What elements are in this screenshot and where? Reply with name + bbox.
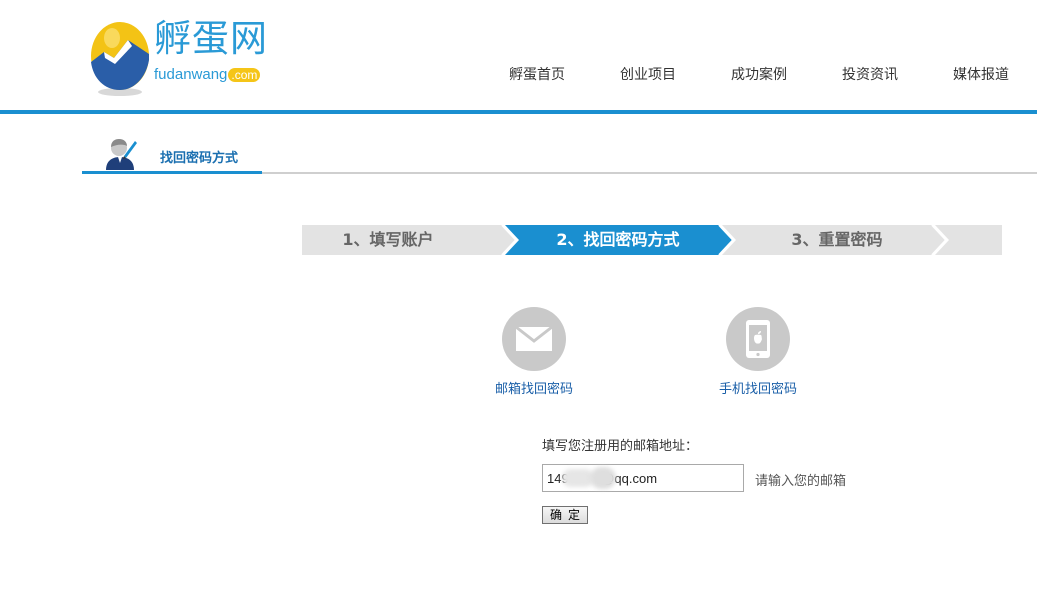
logo-domain-name: fudanwang [154, 66, 228, 83]
logo-title: 孵蛋网 [154, 17, 268, 60]
phone-option-label[interactable]: 手机找回密码 [713, 378, 803, 397]
header-divider [0, 110, 1037, 114]
site-logo[interactable]: 孵蛋网 fudanwang .com [88, 14, 288, 98]
nav-cases[interactable]: 成功案例 [731, 64, 787, 84]
egg-logo-icon [91, 22, 149, 96]
section-header: 找回密码方式 [82, 136, 1037, 174]
confirm-button[interactable]: 确定 [542, 506, 588, 524]
logo-domain-tld: .com [228, 68, 261, 82]
user-edit-icon [106, 139, 137, 170]
step-2-label: 2、找回密码方式 [556, 230, 680, 249]
email-field-label: 填写您注册用的邮箱地址： [542, 439, 699, 454]
phone-icon [746, 320, 770, 358]
progress-steps: 1、填写账户 2、找回密码方式 3、重置密码 [302, 225, 1002, 255]
email-redaction-right [590, 467, 616, 489]
email-option-circle[interactable] [502, 307, 566, 371]
logo-domain: fudanwang .com [154, 66, 261, 84]
email-option-label[interactable]: 邮箱找回密码 [489, 378, 579, 397]
section-underline-active [82, 171, 262, 174]
nav-media[interactable]: 媒体报道 [953, 64, 1009, 84]
nav-projects[interactable]: 创业项目 [620, 64, 676, 84]
phone-option-circle[interactable] [726, 307, 790, 371]
email-hint: 请输入您的邮箱 [755, 474, 847, 489]
step-1-label: 1、填写账户 [342, 230, 434, 249]
phone-recovery-option[interactable]: 手机找回密码 [713, 307, 803, 397]
step-3-label: 3、重置密码 [791, 230, 883, 249]
nav-home[interactable]: 孵蛋首页 [509, 64, 565, 84]
nav-news[interactable]: 投资资讯 [842, 64, 898, 84]
envelope-icon [515, 325, 553, 351]
email-recovery-option[interactable]: 邮箱找回密码 [489, 307, 579, 397]
section-title: 找回密码方式 [160, 151, 239, 166]
site-header: 孵蛋网 fudanwang .com 孵蛋首页 创业项目 成功案例 投资资讯 媒体… [0, 0, 1037, 110]
